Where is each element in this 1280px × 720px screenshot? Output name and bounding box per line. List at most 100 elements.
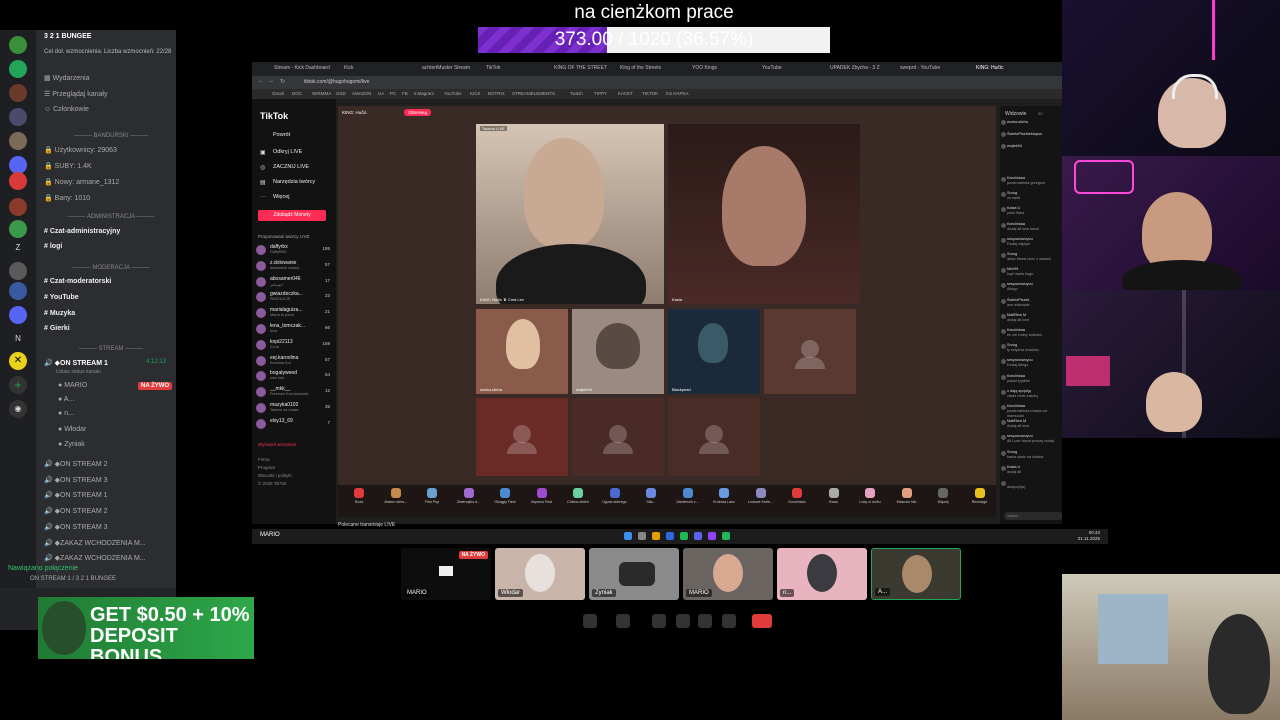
call-tile[interactable]: Zyniak bbox=[589, 548, 679, 600]
browser-tab[interactable]: Kick bbox=[344, 65, 353, 71]
guest-cam[interactable]: worka.slicha bbox=[476, 309, 568, 394]
viewer-row[interactable]: ŚwietoPiszMektopus bbox=[1001, 132, 1062, 137]
gift-item[interactable]: Róża bbox=[344, 488, 374, 504]
call-tile-stream[interactable]: NA ŻYWO MARIO bbox=[401, 548, 491, 600]
chat-user[interactable]: Sroog bbox=[1007, 191, 1017, 195]
stat-users[interactable]: 🔒 Użytkownicy: 29063 bbox=[44, 146, 117, 154]
chat-user[interactable]: Kasia U bbox=[1007, 465, 1020, 469]
more-options-button[interactable] bbox=[722, 614, 736, 628]
bookmark[interactable]: UA bbox=[378, 91, 384, 96]
voice-channel-active[interactable]: 🔊 ◆ON STREAM 1 bbox=[44, 359, 108, 367]
obs-icon[interactable] bbox=[708, 532, 716, 540]
gift-item[interactable]: Jestem stres... bbox=[381, 488, 411, 504]
suggested-creator[interactable]: abosamer046 ابوسامر 17 bbox=[256, 275, 334, 289]
chat-user[interactable]: sesyowowoyou bbox=[1007, 434, 1033, 438]
chat-user[interactable]: Karolinkaa bbox=[1007, 222, 1025, 226]
empty-seat[interactable] bbox=[476, 398, 568, 476]
suggested-creator[interactable]: elsy13_69 7 bbox=[256, 417, 334, 431]
server-icon[interactable] bbox=[9, 306, 27, 324]
suggested-creator[interactable]: __mkk__ Przemek Kochanowski 12 bbox=[256, 385, 334, 399]
server-icon[interactable] bbox=[9, 282, 27, 300]
guest-cam[interactable]: wojtek94 bbox=[572, 309, 664, 394]
connection-status[interactable]: Nawiązano połączenie bbox=[8, 565, 78, 572]
chat-input[interactable]: Wpisz... bbox=[1004, 512, 1062, 520]
suggested-creator[interactable]: bogatyweed kice hey 64 bbox=[256, 369, 334, 383]
gift-item[interactable]: Ujęcia dobrego bbox=[600, 488, 630, 504]
start-icon[interactable] bbox=[624, 532, 632, 540]
bookmark[interactable]: PC bbox=[390, 91, 396, 96]
deposit-bonus-ad[interactable]: GET $0.50 + 10% DEPOSIT BONUS bbox=[38, 597, 254, 659]
viewers-header[interactable]: Widzowie bbox=[1005, 111, 1026, 117]
server-icon[interactable] bbox=[9, 108, 27, 126]
server-icon[interactable] bbox=[9, 220, 27, 238]
gift-item[interactable]: Mascolo Nio bbox=[892, 488, 922, 504]
browser-tab[interactable]: KING OF THE STREET bbox=[554, 65, 607, 71]
empty-seat[interactable] bbox=[572, 398, 664, 476]
chat-user[interactable]: sesyowowoyou bbox=[1007, 237, 1033, 241]
chat-user[interactable]: MattRew M bbox=[1007, 419, 1026, 423]
gift-item[interactable]: Korzeńska bbox=[782, 488, 812, 504]
follow-button[interactable]: Obserwuj bbox=[404, 109, 432, 116]
chat-user[interactable]: Karolinkaa bbox=[1007, 374, 1025, 378]
bookmark[interactable]: KS HAPKA bbox=[666, 91, 689, 96]
bookmark[interactable]: GSD bbox=[336, 91, 346, 96]
server-letter[interactable]: N bbox=[9, 330, 27, 348]
tiktok-logo[interactable]: TikTok bbox=[260, 111, 288, 121]
chat-user[interactable]: Sroog bbox=[1007, 450, 1017, 454]
members-item[interactable]: ☺ Członkowie bbox=[44, 106, 89, 113]
gift-item[interactable]: Kwas bbox=[819, 488, 849, 504]
browser-tab[interactable]: YouTube bbox=[762, 65, 782, 71]
server-icon[interactable] bbox=[9, 36, 27, 54]
gift-item[interactable]: Okrągły Fiest bbox=[490, 488, 520, 504]
empty-seat[interactable] bbox=[668, 398, 760, 476]
bookmark[interactable]: Instagram bbox=[414, 91, 434, 96]
empty-seat[interactable] bbox=[764, 309, 856, 394]
voice-member[interactable]: ● A... bbox=[58, 396, 74, 403]
server-icon[interactable] bbox=[9, 198, 27, 216]
bookmark[interactable]: KICK bbox=[470, 91, 481, 96]
call-tile[interactable]: n... bbox=[777, 548, 867, 600]
channel-music[interactable]: # Muzyka bbox=[44, 310, 75, 317]
chat-user[interactable]: sesyowowoyou bbox=[1007, 282, 1033, 286]
browser-tab[interactable]: TikTok bbox=[486, 65, 500, 71]
app-icon[interactable] bbox=[722, 532, 730, 540]
bookmark[interactable]: WIRMMA bbox=[312, 91, 331, 96]
address-bar[interactable]: ← → ↻ tiktok.com/@hugohugomi/live bbox=[252, 76, 1062, 89]
chat-user[interactable]: Mini99 bbox=[1007, 267, 1018, 271]
browser-tab-active[interactable]: KING: Hučic bbox=[976, 65, 1004, 71]
browse-channels-item[interactable]: ☰ Przeglądaj kanały bbox=[44, 90, 108, 98]
voice-member[interactable]: ● Włodar bbox=[58, 426, 86, 433]
chat-user[interactable]: Sroog bbox=[1007, 252, 1017, 256]
x-server-icon[interactable]: ✕ bbox=[9, 352, 27, 370]
gift-item[interactable]: Siła... bbox=[636, 488, 666, 504]
back-icon[interactable]: ← bbox=[258, 78, 264, 84]
bookmark[interactable]: TIKTOK bbox=[642, 91, 658, 96]
explorer-icon[interactable] bbox=[666, 532, 674, 540]
voice-channel[interactable]: 🔊 ◆ZAKAZ WCHODZENIA M... bbox=[44, 554, 146, 562]
server-name[interactable]: 3 2 1 BUNGEE bbox=[44, 33, 91, 40]
voice-channel[interactable]: 🔊 ◆ZAKAZ WCHODZENIA M... bbox=[44, 539, 146, 547]
gift-item[interactable]: Zamiennik z... bbox=[673, 488, 703, 504]
browser-tab[interactable]: achtertMuster Stream bbox=[422, 65, 470, 71]
voice-channel[interactable]: 🔊 ◆ON STREAM 1 bbox=[44, 491, 108, 499]
chat-user[interactable]: Karolinkaa bbox=[1007, 328, 1025, 332]
bookmark[interactable]: YouTube bbox=[444, 91, 462, 96]
host-name[interactable]: KING: Hučic bbox=[342, 110, 367, 115]
spotify-icon[interactable] bbox=[680, 532, 688, 540]
chat-user[interactable]: Karolinkaa bbox=[1007, 176, 1025, 180]
bookmark[interactable]: BOTRIX bbox=[488, 91, 505, 96]
channel-youtube[interactable]: # YouTube bbox=[44, 294, 79, 301]
footer-link[interactable]: Program bbox=[258, 465, 275, 470]
server-icon[interactable] bbox=[9, 172, 27, 190]
nav-start-live[interactable]: ZACZNIJ LIVE bbox=[273, 164, 309, 170]
discover-icon[interactable]: ◉ bbox=[9, 400, 27, 418]
bookmark[interactable]: AMAZON bbox=[352, 91, 371, 96]
call-tile[interactable]: MARIO bbox=[683, 548, 773, 600]
add-server-icon[interactable]: + bbox=[9, 376, 27, 394]
hang-up-button[interactable] bbox=[752, 614, 772, 628]
bookmark[interactable]: FB bbox=[402, 91, 408, 96]
gift-item[interactable]: Chleba zieleń bbox=[563, 488, 593, 504]
stat-bans[interactable]: 🔒 Bany: 1010 bbox=[44, 194, 90, 202]
suggested-creator[interactable]: marialaguiza... María la pieza 21 bbox=[256, 306, 334, 320]
back-link[interactable]: Powrót bbox=[273, 132, 290, 138]
